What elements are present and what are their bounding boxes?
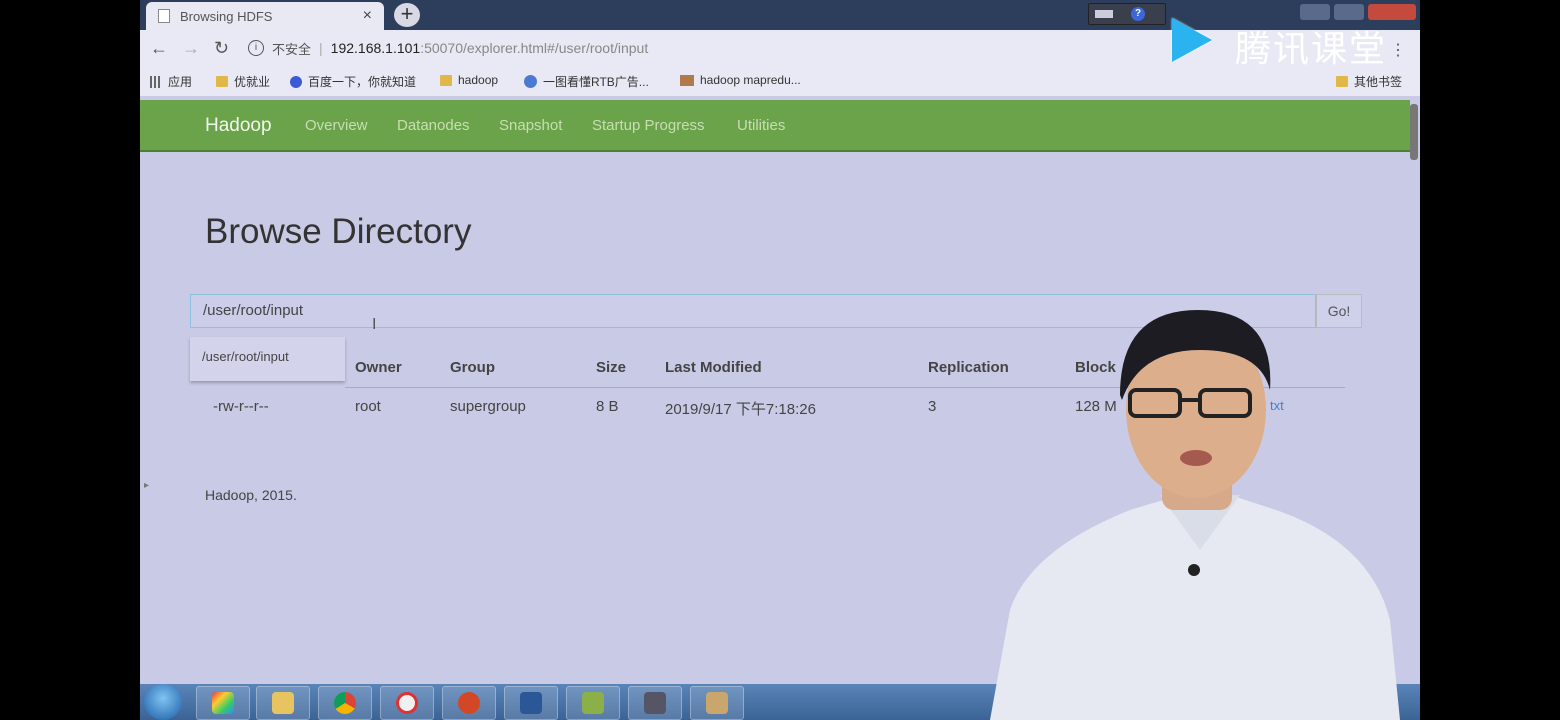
- baidu-paw-icon: [290, 75, 302, 88]
- taskbar-word[interactable]: [504, 686, 558, 720]
- taskbar-powerpoint[interactable]: [442, 686, 496, 720]
- bookmarks-bar: 应用 优就业 百度一下，你就知道 hadoop 一图看懂RTB广告... had…: [140, 66, 1420, 96]
- column-owner[interactable]: Owner: [355, 359, 402, 376]
- folder-icon: [1336, 76, 1348, 87]
- tencent-classroom-logo-icon: [1172, 18, 1212, 62]
- taskbar-app-1[interactable]: [196, 686, 250, 720]
- bookmark-other[interactable]: 其他书签: [1336, 73, 1402, 90]
- chrome-icon: [334, 692, 356, 714]
- paint-icon: [706, 692, 728, 714]
- left-edge-arrow-icon: ▸: [144, 480, 150, 491]
- forward-arrow-icon[interactable]: →: [182, 38, 200, 59]
- hadoop-brand[interactable]: Hadoop: [205, 115, 272, 137]
- bookmark-baidu[interactable]: 百度一下，你就知道: [290, 73, 416, 90]
- app-icon: [582, 692, 604, 714]
- taskbar-paint[interactable]: [690, 686, 744, 720]
- page-footer: Hadoop, 2015.: [205, 487, 297, 503]
- bookmark-label: 其他书签: [1354, 75, 1403, 89]
- info-icon[interactable]: i: [248, 40, 264, 56]
- column-last-modified[interactable]: Last Modified: [665, 359, 762, 376]
- help-icon[interactable]: ?: [1131, 7, 1145, 21]
- bookmark-mapreduce[interactable]: hadoop mapredu...: [680, 73, 801, 87]
- url-path: :50070/explorer.html#/user/root/input: [420, 40, 649, 56]
- taskbar-explorer[interactable]: [256, 686, 310, 720]
- bookmark-label: hadoop mapredu...: [700, 73, 801, 87]
- word-icon: [520, 692, 542, 714]
- close-window-button[interactable]: [1368, 4, 1416, 20]
- tab-close-icon[interactable]: ×: [363, 7, 372, 25]
- menu-kebab-icon[interactable]: ⋮: [1390, 40, 1406, 60]
- presenter-video: [990, 310, 1400, 720]
- monitor-icon: [1095, 10, 1113, 18]
- url-host: 192.168.1.101: [330, 40, 421, 56]
- presenter-mouth: [1180, 450, 1212, 466]
- globe-icon: [524, 75, 537, 88]
- start-button[interactable]: [144, 684, 182, 720]
- nav-snapshot[interactable]: Snapshot: [499, 117, 562, 134]
- nav-datanodes[interactable]: Datanodes: [397, 117, 470, 134]
- taskbar-app-4[interactable]: [380, 686, 434, 720]
- bookmark-apps[interactable]: 应用: [150, 73, 192, 90]
- tab-title: Browsing HDFS: [180, 8, 273, 24]
- back-arrow-icon[interactable]: ←: [150, 38, 168, 59]
- new-tab-button[interactable]: +: [394, 3, 420, 27]
- folder-icon: [216, 76, 228, 87]
- hadoop-navbar: Hadoop Overview Datanodes Snapshot Start…: [140, 100, 1410, 152]
- powerpoint-icon: [458, 692, 480, 714]
- cell-group: supergroup: [450, 398, 526, 415]
- maximize-button[interactable]: [1334, 4, 1364, 20]
- column-group[interactable]: Group: [450, 359, 495, 376]
- folder-icon: [272, 692, 294, 714]
- image-icon: [680, 74, 694, 86]
- bookmark-label: 应用: [168, 75, 193, 89]
- column-size[interactable]: Size: [596, 359, 626, 376]
- remote-control-widget[interactable]: ?: [1088, 3, 1166, 25]
- autocomplete-suggestion[interactable]: /user/root/input: [190, 337, 345, 381]
- cell-owner: root: [355, 398, 381, 415]
- security-label: 不安全: [272, 41, 312, 57]
- bookmark-label: 百度一下，你就知道: [308, 75, 417, 89]
- page-title: Browse Directory: [205, 212, 472, 251]
- bookmark-label: hadoop: [458, 73, 499, 87]
- browser-tab-strip: Browsing HDFS × + ?: [140, 0, 1420, 30]
- taskbar-app-7[interactable]: [566, 686, 620, 720]
- minimize-button[interactable]: [1300, 4, 1330, 20]
- app-icon: [396, 692, 418, 714]
- bookmark-hadoop[interactable]: hadoop: [440, 73, 498, 87]
- nav-startup-progress[interactable]: Startup Progress: [592, 117, 705, 134]
- document-icon: [158, 9, 170, 23]
- text-cursor-icon: I: [372, 316, 377, 333]
- bookmark-youjiuye[interactable]: 优就业: [216, 73, 270, 90]
- reload-icon[interactable]: ↻: [214, 38, 229, 59]
- watermark-text: 腾讯课堂: [1235, 29, 1388, 70]
- colorful-app-icon: [212, 692, 234, 714]
- app-icon: [644, 692, 666, 714]
- cell-last-modified: 2019/9/17 下午7:18:26: [665, 401, 816, 418]
- lapel-microphone-icon: [1188, 564, 1200, 576]
- cell-size: 8 B: [596, 398, 619, 415]
- browser-tab[interactable]: Browsing HDFS ×: [146, 2, 384, 30]
- nav-utilities[interactable]: Utilities: [737, 117, 785, 134]
- apps-grid-icon: [150, 75, 162, 88]
- bookmark-rtb[interactable]: 一图看懂RTB广告...: [524, 73, 649, 90]
- nav-overview[interactable]: Overview: [305, 117, 368, 134]
- bookmark-label: 一图看懂RTB广告...: [543, 75, 649, 89]
- cell-replication: 3: [928, 398, 937, 415]
- bookmark-label: 优就业: [234, 75, 271, 89]
- cell-permission: -rw-r--r--: [213, 398, 269, 415]
- url-separator: |: [319, 40, 323, 56]
- taskbar-chrome[interactable]: [318, 686, 372, 720]
- screen: Browsing HDFS × + ? ← → ↻ i 不安全 | 192.16…: [140, 0, 1420, 720]
- page-scrollbar[interactable]: [1410, 104, 1418, 160]
- address-bar-row: ← → ↻ i 不安全 | 192.168.1.101 :50070/explo…: [140, 30, 1420, 66]
- taskbar-app-8[interactable]: [628, 686, 682, 720]
- folder-icon: [440, 74, 452, 86]
